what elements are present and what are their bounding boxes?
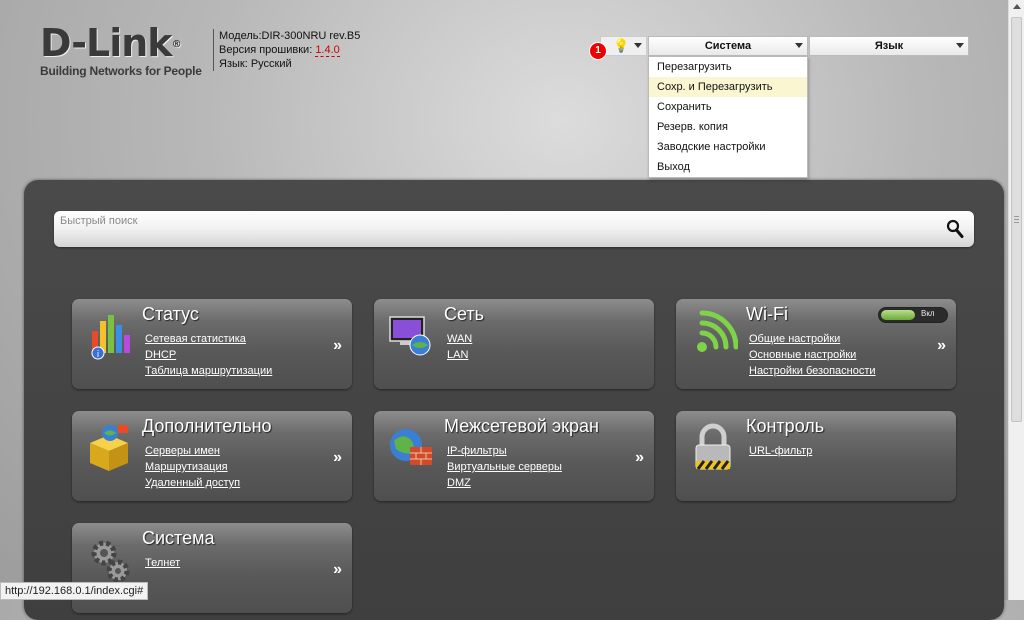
model-label: Модель:: [219, 30, 262, 42]
firewall-icon: [390, 429, 432, 465]
more-arrow-icon[interactable]: »: [333, 449, 342, 467]
scrollbar-thumb[interactable]: [1011, 17, 1022, 422]
lightbulb-icon: 💡: [613, 38, 630, 53]
firmware-version-link[interactable]: 1.4.0: [315, 44, 340, 57]
search-input[interactable]: [60, 213, 920, 229]
link-wan[interactable]: WAN: [447, 331, 472, 347]
scroll-up-icon[interactable]: [1013, 4, 1021, 9]
menu-item-backup[interactable]: Резерв. копия: [649, 117, 807, 137]
link-remote-access[interactable]: Удаленный доступ: [145, 475, 240, 491]
gears-icon: [91, 540, 130, 583]
more-arrow-icon[interactable]: »: [333, 337, 342, 355]
card-links: Телнет: [145, 555, 180, 571]
chevron-down-icon: [634, 43, 642, 48]
card-status: i Статус Сетевая статистика DHCP Таблица…: [72, 299, 352, 389]
card-title: Дополнительно: [142, 416, 272, 436]
link-url-filter[interactable]: URL-фильтр: [749, 443, 812, 459]
link-dhcp[interactable]: DHCP: [145, 347, 272, 363]
link-routing[interactable]: Маршрутизация: [145, 459, 240, 475]
system-dropdown-menu: Перезагрузить Сохр. и Перезагрузить Сохр…: [648, 56, 808, 178]
system-menu-button[interactable]: Система: [648, 36, 808, 56]
link-wifi-security[interactable]: Настройки безопасности: [749, 363, 876, 379]
link-telnet[interactable]: Телнет: [145, 555, 180, 571]
logo-text: D-Link: [40, 21, 173, 65]
menu-item-reboot[interactable]: Перезагрузить: [649, 57, 807, 77]
language-menu-button[interactable]: Язык: [809, 36, 969, 56]
more-arrow-icon[interactable]: »: [635, 449, 644, 467]
wifi-icon: [697, 310, 738, 352]
menu-item-factory-reset[interactable]: Заводские настройки: [649, 137, 807, 157]
card-links: Сетевая статистика DHCP Таблица маршрути…: [145, 331, 272, 379]
quick-search-bar: [54, 211, 974, 247]
system-menu-label: Система: [704, 40, 752, 52]
lock-icon: [695, 423, 731, 470]
link-virtual-servers[interactable]: Виртуальные серверы: [447, 459, 562, 475]
card-network: Сеть WAN LAN: [374, 299, 654, 389]
vertical-scrollbar[interactable]: [1008, 0, 1024, 600]
status-chart-icon: i: [91, 315, 130, 360]
registered-mark: ®: [171, 39, 182, 50]
wifi-toggle[interactable]: Вкл: [878, 307, 948, 323]
menu-item-logout[interactable]: Выход: [649, 157, 807, 177]
language-value: Русский: [250, 58, 292, 70]
network-icon: [389, 316, 431, 356]
firmware-line: Версия прошивки: 1.4.0: [219, 43, 360, 57]
language-label: Язык:: [219, 58, 248, 70]
model-line: Модель:DIR-300NRU rev.B5: [219, 29, 360, 43]
card-title: Wi-Fi: [746, 304, 788, 324]
link-routing-table[interactable]: Таблица маршрутизации: [145, 363, 272, 379]
logo-tagline: Building Networks for People: [40, 64, 202, 78]
language-line: Язык: Русский: [219, 57, 360, 71]
card-title: Статус: [142, 304, 199, 324]
link-network-stats[interactable]: Сетевая статистика: [145, 331, 272, 347]
device-info: Модель:DIR-300NRU rev.B5 Версия прошивки…: [213, 29, 360, 71]
toggle-label: Вкл: [921, 309, 935, 318]
browser-status-bar: http://192.168.0.1/index.cgi#: [0, 582, 149, 600]
notifications-button[interactable]: 1 💡: [589, 36, 647, 60]
svg-text:i: i: [97, 350, 100, 360]
card-links: WAN LAN: [447, 331, 472, 363]
card-title: Контроль: [746, 416, 825, 436]
chevron-down-icon: [795, 43, 803, 48]
card-control: Контроль URL-фильтр: [676, 411, 956, 501]
menu-item-save[interactable]: Сохранить: [649, 97, 807, 117]
grip-line: [1014, 216, 1019, 217]
more-arrow-icon[interactable]: »: [333, 561, 342, 579]
dlink-logo: D-Link® Building Networks for People: [40, 24, 202, 78]
link-lan[interactable]: LAN: [447, 347, 472, 363]
search-icon[interactable]: [946, 219, 964, 239]
menu-item-save-and-reboot[interactable]: Сохр. и Перезагрузить: [649, 77, 807, 97]
card-title: Сеть: [444, 304, 485, 324]
toggle-knob: [881, 310, 915, 320]
link-dmz[interactable]: DMZ: [447, 475, 562, 491]
card-links: Серверы имен Маршрутизация Удаленный дос…: [145, 443, 240, 491]
link-ip-filters[interactable]: IP-фильтры: [447, 443, 562, 459]
box-icon: [90, 425, 128, 471]
card-links: IP-фильтры Виртуальные серверы DMZ: [447, 443, 562, 491]
language-menu-label: Язык: [874, 40, 904, 52]
more-arrow-icon[interactable]: »: [937, 337, 946, 355]
grip-line: [1014, 219, 1019, 220]
link-wifi-basic[interactable]: Основные настройки: [749, 347, 876, 363]
card-firewall: Межсетевой экран IP-фильтры Виртуальные …: [374, 411, 654, 501]
grip-line: [1014, 222, 1019, 223]
card-links: URL-фильтр: [749, 443, 812, 459]
chevron-down-icon: [956, 43, 964, 48]
card-advanced: Дополнительно Серверы имен Маршрутизация…: [72, 411, 352, 501]
card-title: Межсетевой экран: [444, 416, 599, 436]
link-wifi-general[interactable]: Общие настройки: [749, 331, 876, 347]
card-title: Система: [142, 528, 215, 548]
card-links: Общие настройки Основные настройки Настр…: [749, 331, 876, 379]
card-wifi: Wi-Fi Вкл Общие настройки Основные настр…: [676, 299, 956, 389]
link-name-servers[interactable]: Серверы имен: [145, 443, 240, 459]
model-value: DIR-300NRU rev.B5: [261, 30, 361, 42]
notification-badge: 1: [589, 42, 607, 60]
firmware-label: Версия прошивки:: [219, 44, 313, 56]
